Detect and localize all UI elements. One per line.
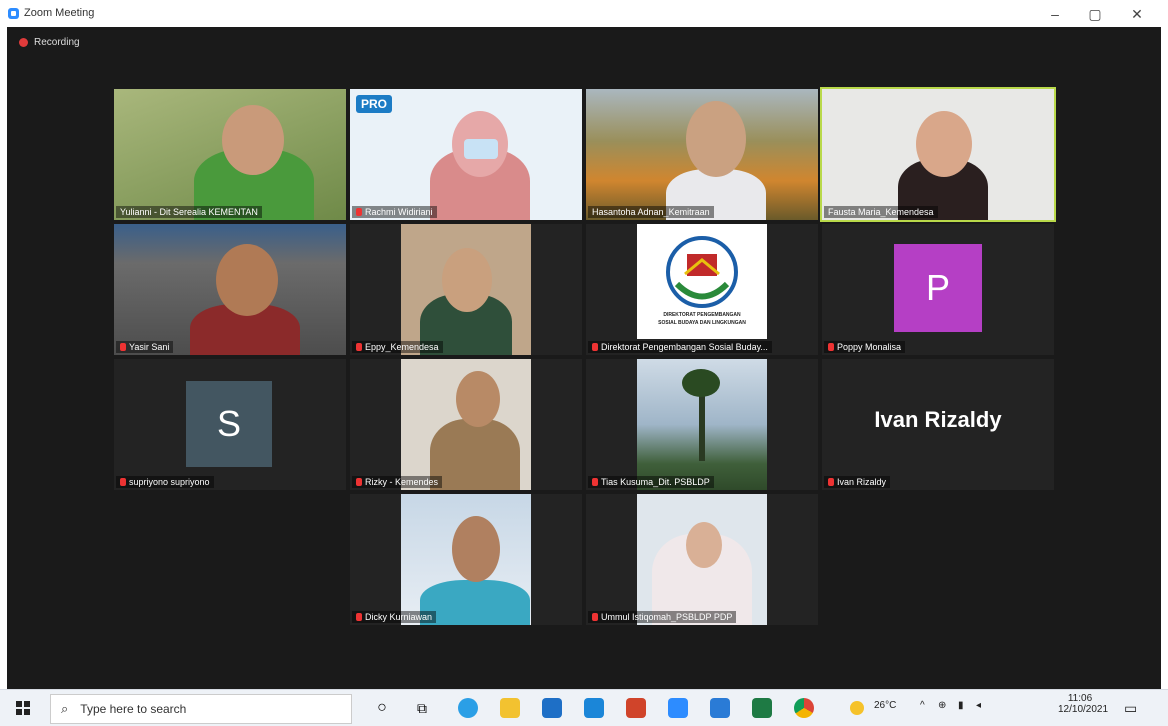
edge-icon[interactable] <box>458 698 478 718</box>
record-icon <box>19 38 28 47</box>
time: 11:06 <box>1067 693 1093 704</box>
avatar: S <box>186 381 272 467</box>
file-explorer-icon[interactable] <box>500 698 520 718</box>
recording-label: Recording <box>34 37 80 48</box>
logo-card: DIREKTORAT PENGEMBANGAN SOSIAL BUDAYA DA… <box>637 224 767 339</box>
weather-temp: 26°C <box>874 700 897 711</box>
search-box[interactable]: ⌕ Type here to search <box>50 694 352 724</box>
cortana-icon[interactable]: ○ <box>372 698 392 718</box>
participant-name: Rizky - Kemendes <box>352 476 443 488</box>
mic-muted-icon <box>356 208 362 216</box>
participant-tile[interactable]: P Poppy Monalisa <box>822 224 1054 355</box>
participant-tile[interactable]: Dicky Kurniawan <box>350 494 582 625</box>
participant-tile[interactable]: DIREKTORAT PENGEMBANGAN SOSIAL BUDAYA DA… <box>586 224 818 355</box>
mic-muted-icon <box>592 343 598 351</box>
participant-tile[interactable]: Tias Kusuma_Dit. PSBLDP <box>586 359 818 490</box>
participant-tile[interactable]: PRO Rachmi Widiriani <box>350 89 582 220</box>
photos-icon[interactable] <box>710 698 730 718</box>
participant-name: Rachmi Widiriani <box>352 206 437 218</box>
person-face <box>456 371 500 427</box>
zoom-app-icon[interactable] <box>668 698 688 718</box>
title-bar: Zoom Meeting – ▢ ✕ <box>0 0 1168 27</box>
chevron-up-icon[interactable]: ^ <box>920 700 925 711</box>
video-grid: Recording Yulianni - Dit Serealia KEMENT… <box>7 27 1161 689</box>
close-button[interactable]: ✕ <box>1122 4 1152 24</box>
clock[interactable]: 11:06 12/10/2021 <box>1058 693 1109 715</box>
participant-name: Direktorat Pengembangan Sosial Buday... <box>588 341 772 353</box>
participant-name: Ivan Rizaldy <box>824 476 891 488</box>
person-face <box>686 101 746 177</box>
date: 12/10/2021 <box>1058 704 1109 715</box>
participant-name: Dicky Kurniawan <box>352 611 437 623</box>
app-l-icon[interactable] <box>584 698 604 718</box>
logo-caption-1: DIREKTORAT PENGEMBANGAN <box>663 312 741 318</box>
person-face <box>442 248 492 312</box>
powerpoint-icon[interactable] <box>626 698 646 718</box>
person-face <box>452 516 500 582</box>
person-silhouette <box>420 580 530 625</box>
excel-icon[interactable] <box>752 698 772 718</box>
chrome-icon[interactable] <box>794 698 814 718</box>
logo-caption-2: SOSIAL BUDAYA DAN LINGKUNGAN <box>658 320 746 326</box>
participant-name: supriyono supriyono <box>116 476 214 488</box>
task-view-icon[interactable]: ⧉ <box>412 698 432 718</box>
battery-icon[interactable]: ▮ <box>958 700 964 711</box>
participant-name: Eppy_Kemendesa <box>352 341 443 353</box>
participant-name: Poppy Monalisa <box>824 341 906 353</box>
person-face <box>222 105 284 175</box>
person-face <box>686 522 722 568</box>
zoom-icon <box>8 8 19 19</box>
person-face <box>216 244 278 316</box>
weather-icon <box>850 701 864 715</box>
participant-name: Yulianni - Dit Serealia KEMENTAN <box>116 206 262 218</box>
participant-tile[interactable]: Yasir Sani <box>114 224 346 355</box>
taskbar: ⌕ Type here to search ○ ⧉ 26°C ^ ⊕ ▮ ◂ 1… <box>0 689 1168 726</box>
mic-muted-icon <box>120 343 126 351</box>
mic-muted-icon <box>356 613 362 621</box>
mic-muted-icon <box>356 343 362 351</box>
avatar: P <box>894 244 982 332</box>
participant-tile[interactable]: Ummul Istiqomah_PSBLDP PDP <box>586 494 818 625</box>
mic-muted-icon <box>592 478 598 486</box>
participant-tile[interactable]: Yulianni - Dit Serealia KEMENTAN <box>114 89 346 220</box>
participant-name: Fausta Maria_Kemendesa <box>824 206 938 218</box>
windows-start-icon[interactable] <box>16 701 30 715</box>
participant-tile[interactable]: Rizky - Kemendes <box>350 359 582 490</box>
tree-crown <box>682 369 720 397</box>
person-silhouette <box>430 419 520 490</box>
participant-name: Hasantoha Adnan_Kemitraan <box>588 206 714 218</box>
window-title: Zoom Meeting <box>24 7 95 19</box>
participant-name: Yasir Sani <box>116 341 174 353</box>
minimize-button[interactable]: – <box>1040 4 1070 24</box>
volume-icon[interactable]: ◂ <box>976 700 981 711</box>
participant-tile[interactable]: S supriyono supriyono <box>114 359 346 490</box>
network-icon[interactable]: ⊕ <box>938 700 946 711</box>
participant-display-name: Ivan Rizaldy <box>874 407 1002 432</box>
mic-muted-icon <box>828 478 834 486</box>
search-placeholder: Type here to search <box>80 702 187 716</box>
person-face <box>916 111 972 177</box>
participant-name: Tias Kusuma_Dit. PSBLDP <box>588 476 714 488</box>
participant-tile[interactable]: Hasantoha Adnan_Kemitraan <box>586 89 818 220</box>
mail-icon[interactable] <box>542 698 562 718</box>
recording-indicator: Recording <box>19 37 80 48</box>
mask-icon <box>464 139 498 159</box>
banner-logo: PRO <box>356 95 393 113</box>
mic-muted-icon <box>356 478 362 486</box>
mic-muted-icon <box>592 613 598 621</box>
notification-icon[interactable]: ▭ <box>1124 700 1137 717</box>
participant-tile[interactable]: Eppy_Kemendesa <box>350 224 582 355</box>
search-icon: ⌕ <box>61 701 69 716</box>
participant-tile-active-speaker[interactable]: Fausta Maria_Kemendesa <box>820 87 1056 222</box>
mic-muted-icon <box>828 343 834 351</box>
restore-button[interactable]: ▢ <box>1080 4 1110 24</box>
participant-tile[interactable]: Ivan Rizaldy Ivan Rizaldy <box>822 359 1054 490</box>
participant-name: Ummul Istiqomah_PSBLDP PDP <box>588 611 737 623</box>
mic-muted-icon <box>120 478 126 486</box>
